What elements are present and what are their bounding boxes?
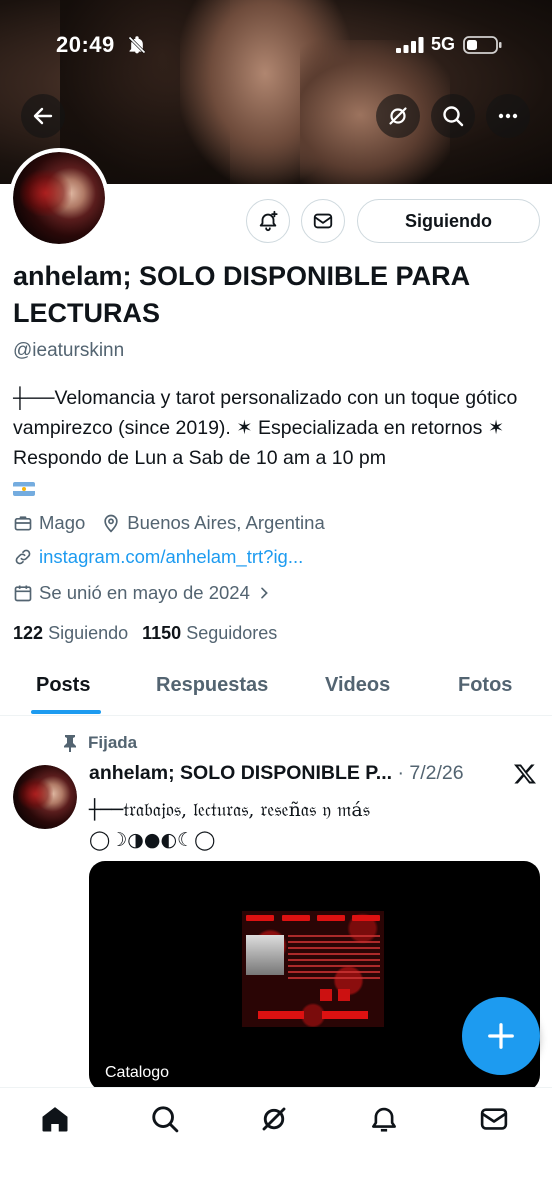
followers-stat[interactable]: 1150 Seguidores — [142, 623, 277, 644]
x-logo-icon — [514, 764, 536, 784]
following-count: 122 — [13, 623, 44, 643]
poster-square — [338, 989, 350, 1001]
media-caption: Catalogo — [105, 1064, 170, 1081]
back-button[interactable] — [21, 94, 65, 138]
arrow-left-icon — [33, 107, 53, 125]
search-icon[interactable] — [150, 1104, 180, 1134]
network-type: 5G — [431, 34, 456, 54]
more-icon — [498, 113, 518, 119]
tab-posts[interactable]: Posts — [36, 674, 90, 697]
profile-meta-row: Mago Buenos Aires, Argentina — [13, 512, 325, 534]
pinned-label: Fijada — [62, 733, 137, 753]
calendar-icon — [14, 585, 32, 602]
post-text-line-1: ┼──𝔱𝔯𝔞𝔟𝔞𝔧𝔬𝔰, 𝔩𝔢𝔠𝔱𝔲𝔯𝔞𝔰, 𝔯𝔢𝔰𝔢ñ𝔞𝔰 𝔶 𝔪á𝔰 — [89, 799, 370, 821]
poster-square — [320, 989, 332, 1001]
profile-joined: Se unió en mayo de 2024 — [39, 582, 250, 603]
followers-count: 1150 — [142, 623, 182, 643]
poster-bar — [317, 915, 345, 921]
catalog-poster-image — [242, 911, 384, 1027]
argentina-flag-icon — [13, 481, 35, 496]
plus-icon — [488, 1023, 514, 1049]
bottom-nav — [0, 1087, 552, 1200]
post-header: anhelam; SOLO DISPONIBLE P... · 7/2/26 — [89, 762, 499, 785]
tab-videos[interactable]: Videos — [325, 674, 390, 697]
post-date[interactable]: · 7/2/26 — [397, 762, 463, 784]
profile-joined-row[interactable]: Se unió en mayo de 2024 — [13, 582, 278, 604]
search-button[interactable] — [431, 94, 475, 138]
message-button[interactable] — [301, 199, 345, 243]
home-icon[interactable] — [40, 1104, 70, 1134]
poster-button — [322, 1011, 368, 1019]
messages-icon[interactable] — [479, 1104, 509, 1134]
grok-icon — [389, 107, 407, 125]
signal-icon — [396, 37, 424, 53]
battery-icon — [463, 36, 502, 54]
link-icon — [15, 549, 31, 565]
profile-location: Buenos Aires, Argentina — [127, 512, 325, 533]
location-pin-icon — [104, 514, 118, 533]
bell-off-icon — [128, 36, 146, 54]
post-avatar[interactable] — [13, 765, 77, 829]
following-stat[interactable]: 122 Siguiendo — [13, 623, 128, 644]
compose-button[interactable] — [462, 997, 540, 1075]
profile-bio: ┼──Velomancia y tarot personalizado con … — [13, 383, 543, 503]
post-author[interactable]: anhelam; SOLO DISPONIBLE P... — [89, 762, 392, 784]
grok-icon[interactable] — [259, 1104, 289, 1134]
followers-label: Seguidores — [186, 623, 278, 643]
grok-button[interactable] — [376, 94, 420, 138]
profile-tabs: Posts Respuestas Videos Fotos — [0, 660, 552, 716]
profile-category: Mago — [39, 512, 86, 533]
post-text-line-2: ◯☽◑●◐☾◯ — [89, 829, 216, 851]
poster-button — [258, 1011, 304, 1019]
search-icon — [443, 106, 464, 127]
chevron-right-icon — [261, 587, 268, 599]
active-tab-indicator — [31, 710, 101, 714]
tab-photos[interactable]: Fotos — [458, 674, 512, 697]
bio-text: ┼──Velomancia y tarot personalizado con … — [13, 387, 518, 469]
display-name: anhelam; SOLO DISPONIBLE PARA LECTURAS — [13, 261, 470, 328]
following-label: Siguiendo — [48, 623, 129, 643]
notify-button[interactable] — [246, 199, 290, 243]
avatar-image — [13, 152, 105, 244]
envelope-icon — [313, 213, 333, 229]
poster-bar — [282, 915, 310, 921]
poster-bar — [246, 915, 274, 921]
poster-text-block — [288, 935, 380, 981]
profile-link-row[interactable]: instagram.com/anhelam_trt?ig... — [13, 546, 303, 568]
notifications-icon[interactable] — [369, 1104, 399, 1134]
more-button[interactable] — [486, 94, 530, 138]
poster-bar — [352, 915, 380, 921]
bell-plus-icon — [259, 210, 278, 232]
pin-icon — [64, 735, 76, 752]
follow-stats: 122 Siguiendo 1150 Seguidores — [13, 623, 277, 644]
following-button[interactable]: Siguiendo — [357, 199, 540, 243]
post-text: ┼──𝔱𝔯𝔞𝔟𝔞𝔧𝔬𝔰, 𝔩𝔢𝔠𝔱𝔲𝔯𝔞𝔰, 𝔯𝔢𝔰𝔢ñ𝔞𝔰 𝔶 𝔪á𝔰 ◯☽◑… — [89, 795, 539, 855]
poster-face — [246, 935, 284, 975]
status-time: 20:49 — [56, 32, 115, 57]
status-bar: 20:49 5G — [0, 0, 552, 90]
profile-link[interactable]: instagram.com/anhelam_trt?ig... — [39, 546, 303, 568]
profile-handle: @ieaturskinn — [13, 340, 125, 361]
profile-avatar[interactable] — [9, 148, 109, 248]
briefcase-icon — [14, 516, 32, 531]
pinned-text: Fijada — [88, 733, 138, 752]
post-avatar-image — [13, 765, 77, 829]
tab-replies[interactable]: Respuestas — [156, 674, 268, 697]
